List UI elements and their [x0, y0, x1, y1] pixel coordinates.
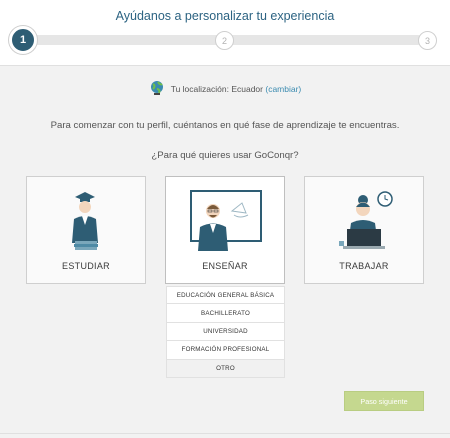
location-row: Tu localización: Ecuador (cambiar) — [0, 80, 450, 98]
question-text: ¿Para qué quieres usar GoConqr? — [151, 150, 299, 161]
footer-divider — [0, 433, 450, 434]
step-1-indicator: 1 — [9, 26, 37, 54]
teach-level-option[interactable]: BACHILLERATO — [166, 304, 285, 323]
teach-level-option[interactable]: FORMACIÓN PROFESIONAL — [166, 341, 285, 360]
teach-level-option[interactable]: OTRO — [166, 359, 285, 378]
option-label-work: TRABAJAR — [339, 261, 389, 271]
step-2-indicator: 2 — [215, 31, 234, 50]
location-label: Tu localización: Ecuador — [170, 84, 263, 94]
teach-level-option[interactable]: EDUCACIÓN GENERAL BÁSICA — [166, 286, 285, 305]
worker-icon — [339, 191, 393, 249]
student-icon — [72, 192, 98, 250]
option-label-teach: ENSEÑAR — [202, 261, 248, 271]
intro-text: Para comenzar con tu perfil, cuéntanos e… — [50, 120, 400, 131]
option-card-teach[interactable]: ENSEÑAR — [165, 176, 285, 284]
teacher-icon — [190, 190, 262, 251]
page-title: Ayúdanos a personalizar tu experiencia — [115, 9, 335, 23]
globe-icon — [149, 80, 165, 98]
option-card-study[interactable]: ESTUDIAR — [26, 176, 146, 284]
option-label-study: ESTUDIAR — [62, 261, 110, 271]
next-step-button[interactable]: Paso siguiente — [344, 391, 424, 411]
step-3-indicator: 3 — [418, 31, 437, 50]
change-location-link[interactable]: (cambiar) — [265, 84, 301, 94]
option-card-work[interactable]: TRABAJAR — [304, 176, 424, 284]
teach-level-option[interactable]: UNIVERSIDAD — [166, 322, 285, 342]
teach-level-list: EDUCACIÓN GENERAL BÁSICA BACHILLERATO UN… — [166, 286, 285, 378]
header: Ayúdanos a personalizar tu experiencia 1… — [0, 0, 450, 66]
